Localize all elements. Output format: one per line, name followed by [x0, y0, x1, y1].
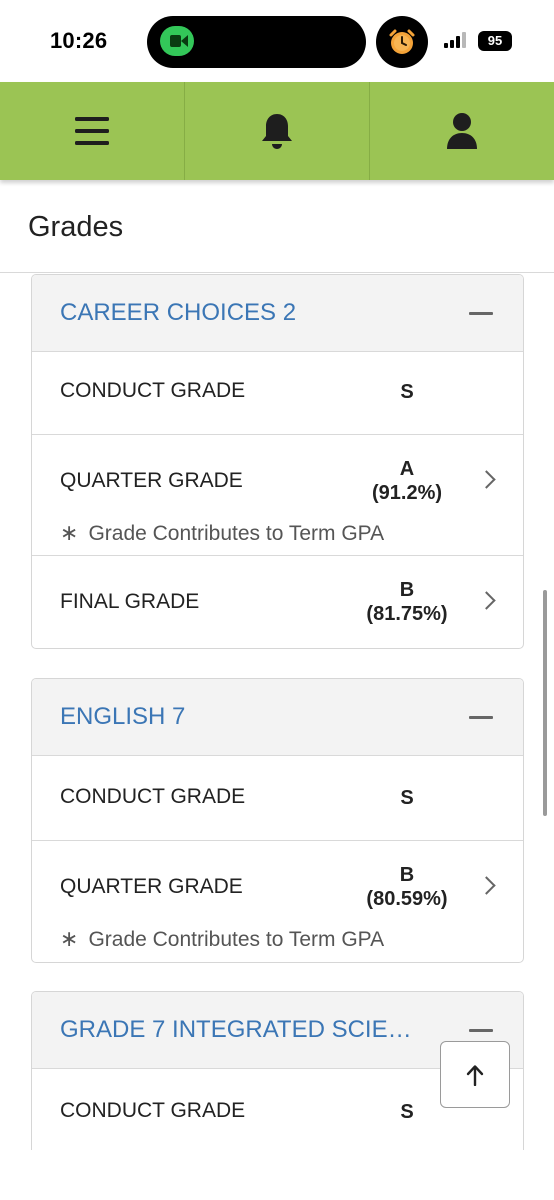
scroll-to-top-button[interactable] [440, 1041, 510, 1108]
final-grade-letter: B [399, 579, 415, 601]
menu-icon [75, 117, 109, 145]
scrollbar[interactable] [543, 590, 547, 816]
battery-icon: 95 [478, 31, 512, 51]
course-header[interactable]: CAREER CHOICES 2 [32, 275, 523, 352]
title-divider [0, 272, 554, 273]
course-title[interactable]: ENGLISH 7 [60, 703, 185, 731]
asterisk-icon: ∗ [60, 926, 79, 951]
course-header[interactable]: ENGLISH 7 [32, 679, 523, 756]
conduct-grade-value: S [400, 381, 414, 403]
course-title[interactable]: GRADE 7 INTEGRATED SCIENCE [60, 1016, 425, 1044]
alarm-icon [389, 29, 415, 54]
quarter-grade-row[interactable]: QUARTER GRADE B (80.59%) ∗ Grade Contribu… [32, 841, 523, 962]
alarm-indicator [376, 16, 428, 68]
arrow-up-icon [466, 1064, 484, 1086]
final-grade-row[interactable]: FINAL GRADE B (81.75%) [32, 556, 523, 648]
profile-button[interactable] [370, 82, 554, 180]
quarter-grade-letter: B [399, 864, 415, 886]
quarter-grade-letter: A [399, 458, 415, 480]
gpa-note: ∗ Grade Contributes to Term GPA [60, 520, 384, 546]
gpa-note-text: Grade Contributes to Term GPA [88, 928, 385, 951]
conduct-grade-label: CONDUCT GRADE [60, 785, 246, 808]
conduct-grade-row: CONDUCT GRADE S [32, 352, 523, 435]
signal-icon [444, 32, 470, 48]
quarter-grade-percent: (91.2%) [371, 482, 443, 504]
course-title[interactable]: CAREER CHOICES 2 [60, 299, 296, 327]
menu-button[interactable] [0, 82, 185, 180]
gpa-note: ∗ Grade Contributes to Term GPA [60, 926, 384, 952]
collapse-icon[interactable] [469, 312, 493, 315]
quarter-grade-row[interactable]: QUARTER GRADE A (91.2%) ∗ Grade Contribut… [32, 435, 523, 556]
bottom-safe-area [0, 1150, 554, 1200]
bell-icon [262, 114, 292, 149]
quarter-grade-label: QUARTER GRADE [60, 875, 243, 898]
user-icon [447, 113, 477, 149]
notifications-button[interactable] [185, 82, 370, 180]
camera-glyph [170, 35, 181, 47]
gpa-note-text: Grade Contributes to Term GPA [88, 522, 385, 545]
collapse-icon[interactable] [469, 1029, 493, 1032]
course-card-career-choices: CAREER CHOICES 2 CONDUCT GRADE S QUARTER… [31, 274, 524, 649]
asterisk-icon: ∗ [60, 520, 79, 545]
conduct-grade-row: CONDUCT GRADE S [32, 756, 523, 841]
page-title: Grades [28, 211, 124, 243]
final-grade-label: FINAL GRADE [60, 590, 200, 613]
camera-glyph-lens [181, 35, 188, 47]
final-grade-percent: (81.75%) [366, 603, 448, 625]
conduct-grade-label: CONDUCT GRADE [60, 379, 246, 402]
quarter-grade-label: QUARTER GRADE [60, 469, 243, 492]
status-bar: 10:26 95 [0, 0, 554, 82]
top-navbar [0, 82, 554, 180]
conduct-grade-value: S [400, 787, 414, 809]
conduct-grade-label: CONDUCT GRADE [60, 1099, 246, 1122]
collapse-icon[interactable] [469, 716, 493, 719]
course-card-english: ENGLISH 7 CONDUCT GRADE S QUARTER GRADE … [31, 678, 524, 963]
status-time: 10:26 [50, 28, 108, 53]
quarter-grade-percent: (80.59%) [366, 888, 448, 910]
